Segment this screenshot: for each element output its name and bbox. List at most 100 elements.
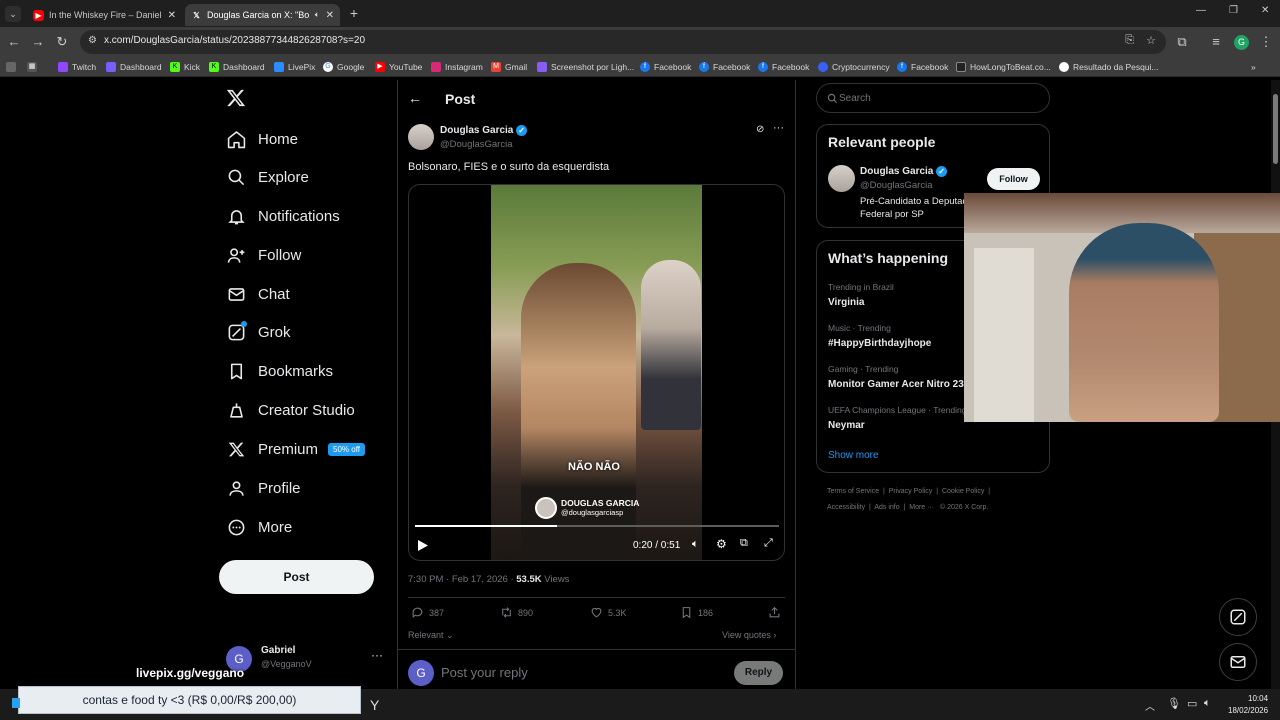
show-more-link[interactable]: Show more bbox=[828, 450, 879, 461]
nav-profile[interactable]: Profile bbox=[226, 474, 301, 502]
account-menu-icon[interactable]: ··· bbox=[371, 648, 383, 662]
footer-link[interactable]: Privacy Policy bbox=[889, 488, 933, 495]
address-bar[interactable]: ⚙ x.com/DouglasGarcia/status/20238877344… bbox=[80, 30, 1166, 54]
grok-post-icon[interactable]: ⊘ bbox=[756, 124, 764, 135]
bookmark-facebook-2[interactable]: f Facebook bbox=[699, 60, 750, 74]
picture-in-picture-icon[interactable]: ⧉ bbox=[740, 537, 748, 550]
bookmark-google[interactable]: G Google bbox=[323, 60, 364, 74]
bookmark-resultado[interactable]: Resultado da Pesqui... bbox=[1059, 60, 1159, 74]
play-icon[interactable] bbox=[417, 539, 429, 557]
back-arrow-icon[interactable]: ← bbox=[408, 90, 422, 106]
new-tab-button[interactable]: + bbox=[346, 5, 362, 21]
site-info-icon[interactable]: ⚙ bbox=[88, 35, 97, 46]
post-more-icon[interactable]: ··· bbox=[773, 122, 784, 134]
post-timestamp[interactable]: 7:30 PM · Feb 17, 2026 · bbox=[408, 574, 516, 585]
footer-link[interactable]: More ··· bbox=[909, 504, 934, 511]
video-progress-track[interactable] bbox=[415, 525, 779, 527]
bookmark-kick[interactable]: K Kick bbox=[170, 60, 200, 74]
back-icon[interactable]: ← bbox=[6, 34, 22, 50]
x-logo-icon[interactable] bbox=[226, 88, 248, 110]
nav-follow[interactable]: Follow bbox=[226, 241, 301, 269]
nav-notifications[interactable]: Notifications bbox=[226, 202, 340, 230]
mute-tab-icon[interactable]: 🔈︎ bbox=[315, 10, 320, 20]
taskbar-clock-date[interactable]: 18/02/2026 bbox=[1228, 706, 1268, 715]
bookmark-gmail[interactable]: M Gmail bbox=[491, 60, 527, 74]
nav-premium[interactable]: Premium 50% off bbox=[226, 435, 365, 463]
person-avatar[interactable] bbox=[828, 165, 855, 192]
media-control-icon[interactable]: ≡ bbox=[1208, 34, 1224, 50]
grok-floating-button[interactable] bbox=[1219, 598, 1257, 636]
nav-explore[interactable]: Explore bbox=[226, 163, 309, 191]
fullscreen-icon[interactable]: ⤢ bbox=[764, 537, 773, 550]
nav-home[interactable]: Home bbox=[226, 125, 298, 153]
person-handle[interactable]: @DouglasGarcia bbox=[860, 180, 932, 191]
tray-chevron-up-icon[interactable]: ︿ bbox=[1145, 698, 1155, 713]
scrollbar-thumb[interactable] bbox=[1273, 94, 1278, 164]
bookmark-dashboard-2[interactable]: K Dashboard bbox=[209, 60, 265, 74]
like-action[interactable]: 5.3K bbox=[590, 606, 627, 619]
nav-more[interactable]: More bbox=[226, 513, 292, 541]
reply-action[interactable]: 387 bbox=[411, 606, 444, 619]
close-tab-icon[interactable]: ✕ bbox=[326, 10, 334, 21]
compose-post-button[interactable]: Post bbox=[219, 560, 374, 594]
microphone-icon[interactable]: 🎙︎ bbox=[1167, 697, 1181, 710]
speaker-icon[interactable]: 🔈︎ bbox=[1204, 697, 1211, 710]
bookmark-action[interactable]: 186 bbox=[680, 606, 713, 619]
close-window-icon[interactable]: ✕ bbox=[1261, 5, 1269, 16]
forward-icon[interactable]: → bbox=[30, 34, 46, 50]
bookmark-facebook-1[interactable]: f Facebook bbox=[640, 60, 691, 74]
bookmark-howlongtobeat[interactable]: HowLongToBeat.co... bbox=[956, 60, 1051, 74]
browser-tab-youtube[interactable]: ▶ In the Whiskey Fire – Daniele G ✕ bbox=[27, 4, 182, 26]
chrome-menu-icon[interactable]: ⋮ bbox=[1258, 34, 1274, 50]
taskbar-clock-time[interactable]: 10:04 bbox=[1248, 694, 1268, 703]
profile-avatar[interactable]: G bbox=[1234, 35, 1249, 50]
author-handle[interactable]: @DouglasGarcia bbox=[440, 139, 512, 150]
close-tab-icon[interactable]: ✕ bbox=[168, 10, 176, 21]
restore-window-icon[interactable]: ❐ bbox=[1229, 5, 1238, 16]
reload-icon[interactable]: ↻ bbox=[54, 34, 70, 50]
bookmark-twitch[interactable]: Twitch bbox=[58, 60, 96, 74]
bookmark-livepix[interactable]: LivePix bbox=[274, 60, 315, 74]
browser-tab-x[interactable]: 𝕏 Douglas Garcia on X: "Bolso 🔈︎ ✕ bbox=[185, 4, 340, 26]
footer-link[interactable]: Ads info bbox=[874, 504, 899, 511]
bookmarks-apps-icon[interactable] bbox=[6, 60, 20, 74]
video-player[interactable]: NÃO NÃO DOUGLAS GARCIA @douglasgarciasp … bbox=[408, 184, 785, 561]
bookmarks-grid-icon[interactable]: ▦ bbox=[27, 60, 41, 74]
search-box[interactable]: Search bbox=[816, 83, 1050, 113]
account-switcher[interactable]: G Gabriel @VegganoV ··· bbox=[226, 644, 386, 674]
reply-sort-dropdown[interactable]: Relevant ⌄ bbox=[408, 630, 454, 641]
bookmark-instagram[interactable]: Instagram bbox=[431, 60, 483, 74]
nav-grok[interactable]: Grok bbox=[226, 318, 291, 346]
network-icon[interactable]: ▭ bbox=[1187, 697, 1197, 710]
nav-creator-studio[interactable]: Creator Studio bbox=[226, 396, 355, 424]
nav-chat[interactable]: Chat bbox=[226, 280, 290, 308]
bookmark-star-icon[interactable]: ☆ bbox=[1146, 34, 1156, 47]
taskbar-app-icon[interactable]: Y bbox=[370, 697, 379, 713]
extensions-icon[interactable]: ⧉ bbox=[1174, 34, 1190, 50]
footer-link[interactable]: Cookie Policy bbox=[942, 488, 984, 495]
reply-button[interactable]: Reply bbox=[734, 661, 783, 685]
nav-bookmarks[interactable]: Bookmarks bbox=[226, 357, 333, 385]
bookmark-facebook-3[interactable]: f Facebook bbox=[758, 60, 809, 74]
start-button-icon[interactable] bbox=[12, 698, 20, 708]
footer-link[interactable]: Terms of Service bbox=[827, 488, 879, 495]
author-avatar[interactable] bbox=[408, 124, 434, 150]
bookmark-youtube[interactable]: ▶ YouTube bbox=[375, 60, 422, 74]
volume-icon[interactable]: 🔈︎ bbox=[692, 538, 699, 551]
settings-gear-icon[interactable]: ⚙ bbox=[716, 537, 727, 551]
repost-action[interactable]: 890 bbox=[500, 606, 533, 619]
bookmark-screenshot[interactable]: Screenshot por Ligh... bbox=[537, 60, 634, 74]
view-quotes-link[interactable]: View quotes › bbox=[722, 630, 776, 640]
person-name-row[interactable]: Douglas Garcia ✓ bbox=[860, 166, 948, 177]
install-app-icon[interactable]: ⎘ bbox=[1125, 34, 1134, 47]
bookmarks-overflow-icon[interactable]: » bbox=[1251, 60, 1256, 74]
bookmark-cryptocurrency[interactable]: Cryptocurrency bbox=[818, 60, 890, 74]
follow-button[interactable]: Follow bbox=[987, 168, 1040, 190]
bookmark-dashboard[interactable]: Dashboard bbox=[106, 60, 162, 74]
reply-input[interactable]: Post your reply bbox=[441, 665, 528, 680]
footer-link[interactable]: Accessibility bbox=[827, 504, 865, 511]
bookmark-facebook-4[interactable]: f Facebook bbox=[897, 60, 948, 74]
messages-floating-button[interactable] bbox=[1219, 643, 1257, 681]
tab-search-button[interactable]: ⌄ bbox=[5, 6, 21, 22]
share-action[interactable] bbox=[768, 606, 786, 619]
